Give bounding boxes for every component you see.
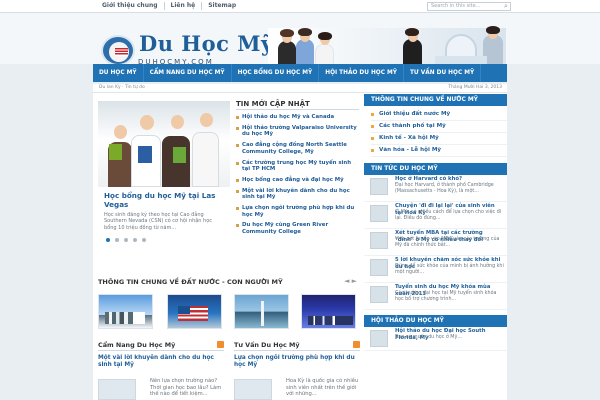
country-thumbnail[interactable] [301,294,356,329]
tu-van-article-title[interactable]: Lựa chọn ngôi trường phù hợp khi du học … [234,355,360,369]
top-link-about[interactable]: Giới thiệu chung [96,2,165,10]
right-sidebar: THÔNG TIN CHUNG VỀ NƯỚC MỸ Giới thiệu đấ… [364,94,507,400]
tu-van-thumbnail[interactable] [234,379,272,400]
sidebar-item[interactable]: Văn hóa - Lễ hội Mỹ [371,145,507,157]
tu-van-section: Tư Vấn Du Học Mỹ Lựa chọn ngôi trường ph… [234,340,360,400]
featured-slider: Học bổng du học Mỹ tại Las Vegas Học sin… [98,101,230,242]
sidebar-news-item: Tuyển sinh du học Mỹ khóa mùa xuân 2013 … [364,283,507,310]
sidebar-news-thumbnail[interactable] [370,178,388,195]
nav-du-hoc-my[interactable]: DU HỌC MỸ [93,64,144,82]
sidebar-heading-news: TIN TỨC DU HỌC MỸ [364,163,507,175]
sidebar-news-item: Học ở Harvard có khó? Đại học Harvard, ở… [364,175,507,202]
sidebar-news-text: Ở Mỹ, có nhiều cách để lựa chọn cho việc… [395,210,502,222]
slider-dot-4[interactable] [133,238,137,242]
tu-van-heading: Tư Vấn Du Học Mỹ [234,340,360,351]
cam-nang-thumbnail[interactable] [98,379,136,400]
slider-dot-1[interactable] [106,238,110,242]
current-date: Tháng Mười Hai 3, 2013 [448,85,502,90]
news-item[interactable]: Hội thảo du học Mỹ và Canada [236,114,359,121]
news-item[interactable]: Học bổng cao đẳng và đại học Mỹ [236,177,359,184]
top-link-sitemap[interactable]: Sitemap [202,2,242,10]
sidebar-news-text: Việc xét tuyển vào MBA vào các trường củ… [395,237,500,249]
slider-dot-5[interactable] [142,238,146,242]
news-item[interactable]: Hội thảo trường Valparaiso University du… [236,125,359,138]
brand-logo-icon[interactable] [101,35,135,66]
top-navigation: Giới thiệu chung Liên hệ Sitemap [96,2,242,10]
sidebar-news-thumbnail[interactable] [370,259,388,276]
sidebar-country-list: Giới thiệu đất nước Mỹ Các thành phố tại… [364,106,507,157]
news-item[interactable]: Lựa chọn ngôi trường phù hợp khi du học … [236,205,359,218]
slider-dot-3[interactable] [124,238,128,242]
sidebar-news-item: 5 lời khuyên chăm sóc sức khỏe khi du họ… [364,256,507,283]
sidebar-heading-country: THÔNG TIN CHUNG VỀ NƯỚC MỸ [364,94,507,106]
cam-nang-section: Cẩm Nang Du Học Mỹ Một vài lời khuyên dà… [98,340,224,400]
site-title[interactable]: Du Học Mỹ [139,31,274,56]
country-info-section: THÔNG TIN CHUNG VỀ ĐẤT NƯỚC - CON NGƯỜI … [98,277,357,333]
featured-slide-text: Học sinh đăng ký theo học tại Cao đẳng S… [104,212,213,231]
cam-nang-article-text: Nên lựa chọn trường nào? Thời gian học b… [150,378,222,398]
country-thumbnail[interactable] [234,294,289,329]
country-thumbnail[interactable] [167,294,222,329]
sidebar-item[interactable]: Kinh tế - Xã hội Mỹ [371,133,507,145]
main-navigation: DU HỌC MỸ CẨM NANG DU HỌC MỸ HỌC BỔNG DU… [93,64,507,82]
top-bar: Giới thiệu chung Liên hệ Sitemap Search … [0,0,600,13]
nav-tu-van[interactable]: TƯ VẤN DU HỌC MỸ [404,64,482,82]
sidebar-news-item: Chuyện 'đi đi lại lại' của sinh viên tại… [364,202,507,229]
nav-hoc-bong[interactable]: HỌC BỔNG DU HỌC MỸ [232,64,320,82]
sidebar-news-thumbnail[interactable] [370,232,388,249]
nav-cam-nang[interactable]: CẨM NANG DU HỌC MỸ [144,64,232,82]
sidebar-news-thumbnail[interactable] [370,286,388,303]
sidebar-news-thumbnail[interactable] [370,330,388,347]
tu-van-article-text: Hoa Kỳ là quốc gia có nhiều sinh viên nh… [286,378,359,398]
rss-icon[interactable] [353,341,360,348]
latest-news-heading: TIN MỚI CẬP NHẬT [236,99,359,110]
sidebar-news-item: Xét tuyển MBA tại các trường "đỉnh" ở Mỹ… [364,229,507,256]
sidebar-news-thumbnail[interactable] [370,205,388,222]
featured-slide-image[interactable] [98,101,230,187]
news-item[interactable]: Một vài lời khuyên dành cho du học sinh … [236,188,359,201]
date-bar: Du lan Kỳ · Tin tự do Tháng Mười Hai 3, … [93,84,507,93]
carousel-next-icon[interactable]: ► [352,277,357,285]
nav-hoi-thao[interactable]: HỘI THẢO DU HỌC MỸ [319,64,404,82]
sidebar-item[interactable]: Các thành phố tại Mỹ [371,121,507,133]
sidebar-news-title[interactable]: Học ở Harvard có khó? [395,176,503,183]
lower-articles: Cẩm Nang Du Học Mỹ Một vài lời khuyên dà… [98,340,360,400]
sidebar-news-text: Bạn có muốn du học ở Mỹ... [395,335,462,340]
sidebar-heading-events: HỘI THẢO DU HỌC MỸ [364,315,507,327]
featured-slide-title[interactable]: Học bổng du học Mỹ tại Las Vegas [104,191,227,209]
slider-dot-2[interactable] [115,238,119,242]
sidebar-news-item: Hội thảo du học Đại học South Florida, M… [364,327,507,351]
sidebar-item[interactable]: Giới thiệu đất nước Mỹ [371,109,507,121]
capitol-building-image [435,34,487,66]
top-link-contact[interactable]: Liên hệ [165,2,203,10]
sidebar-news-text: Đừng để sức khỏe của mình bị ảnh hưởng k… [395,264,504,276]
news-item[interactable]: Du học Mỹ cùng Green River Community Col… [236,222,359,235]
country-thumbnail[interactable] [98,294,153,329]
sidebar-news-text: Các trường đại học tại Mỹ tuyển sinh khó… [395,291,497,303]
sidebar-news-text: Đại học Harvard, ở thành phố Cambridge (… [395,183,494,195]
news-item[interactable]: Cao đẳng cộng đồng North Seattle Communi… [236,142,359,155]
latest-news: TIN MỚI CẬP NHẬT Hội thảo du học Mỹ và C… [236,99,359,269]
rss-icon[interactable] [217,341,224,348]
cam-nang-article-title[interactable]: Một vài lời khuyên dành cho du học sinh … [98,355,224,369]
search-icon[interactable]: ⌕ [501,2,511,11]
breadcrumb: Du lan Kỳ · Tin tự do [99,85,145,90]
cam-nang-heading: Cẩm Nang Du Học Mỹ [98,340,224,351]
search-input[interactable]: Search in this site... [427,2,511,11]
site-header: Du Học Mỹ DUHOCMY.COM [0,13,600,77]
carousel-prev-icon[interactable]: ◄ [344,277,349,285]
country-info-heading: THÔNG TIN CHUNG VỀ ĐẤT NƯỚC - CON NGƯỜI … [98,278,283,286]
country-carousel-arrows: ◄ ► [344,277,357,285]
news-item[interactable]: Các trường trung học Mỹ tuyển sinh tại T… [236,160,359,173]
slider-pagination [106,238,146,242]
